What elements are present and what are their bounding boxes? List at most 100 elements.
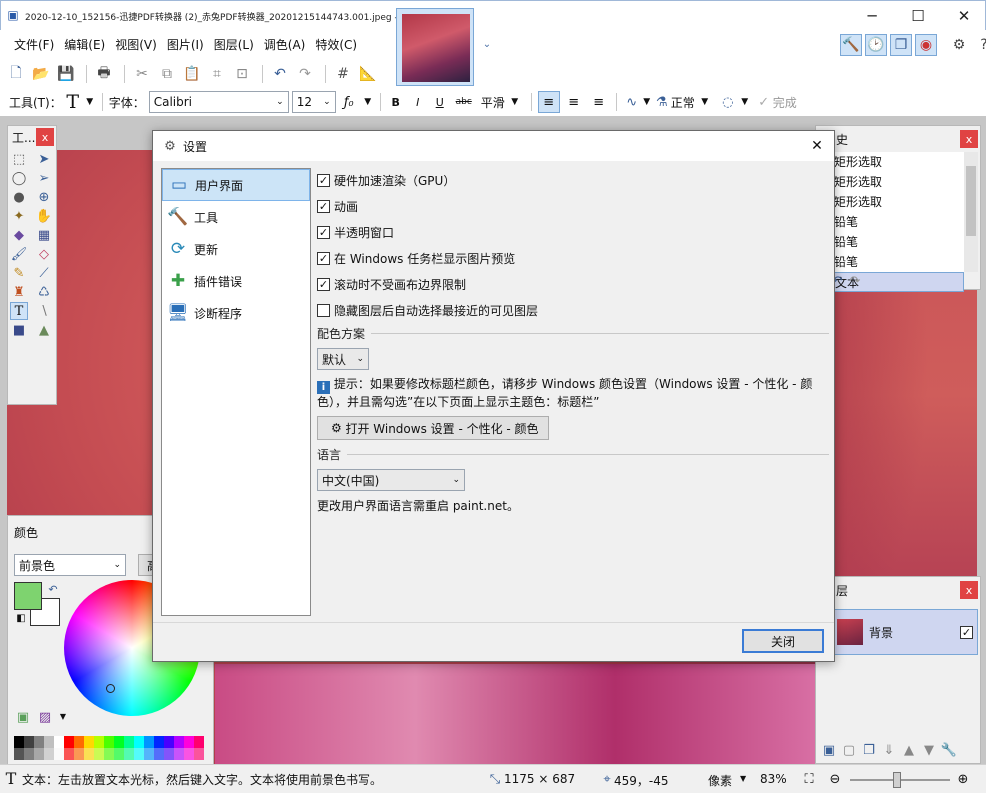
paintbrush-icon[interactable]: 🖌 bbox=[10, 245, 28, 263]
deselect-icon[interactable]: ⊡ bbox=[231, 63, 253, 85]
copy-icon[interactable]: ⧉ bbox=[156, 63, 178, 85]
option-animation[interactable]: ✓ 动画 bbox=[317, 193, 829, 219]
print-icon[interactable]: 🖶 bbox=[93, 63, 115, 85]
layer-properties-icon[interactable]: 🔧 bbox=[940, 741, 958, 759]
palette-swatch[interactable] bbox=[34, 748, 44, 760]
crop-icon[interactable]: ⌗ bbox=[206, 63, 228, 85]
palette-swatch[interactable] bbox=[184, 748, 194, 760]
maximize-button[interactable]: ☐ bbox=[895, 1, 941, 31]
open-folder-icon[interactable]: 📂 bbox=[30, 63, 52, 85]
palette-swatch[interactable] bbox=[104, 736, 114, 748]
menu-view[interactable]: 视图(V) bbox=[110, 30, 162, 60]
grid-icon[interactable]: # bbox=[332, 63, 354, 85]
palette-swatch[interactable] bbox=[64, 736, 74, 748]
palette-swatch[interactable] bbox=[194, 748, 204, 760]
merge-layer-icon[interactable]: ⇓ bbox=[880, 741, 898, 759]
gradient-icon[interactable]: ▦ bbox=[35, 226, 53, 244]
checkbox[interactable]: ✓ bbox=[317, 277, 330, 291]
font-size-select[interactable]: 12 ⌄ bbox=[291, 91, 336, 113]
zoom-out-icon[interactable]: ⊖ bbox=[826, 770, 844, 788]
blend-mode-icon[interactable]: ∿ bbox=[623, 93, 641, 111]
palette-swatch[interactable] bbox=[14, 736, 24, 748]
ellipse-select-icon[interactable]: ● bbox=[10, 188, 28, 206]
antialias-select[interactable]: 平滑 bbox=[481, 94, 505, 111]
checkbox[interactable] bbox=[317, 303, 330, 317]
tools-window-icon[interactable]: 🔨 bbox=[840, 34, 862, 56]
paste-icon[interactable]: 📋 bbox=[181, 63, 203, 85]
add-color-icon[interactable]: ▣ bbox=[14, 708, 32, 726]
history-item[interactable]: 铅笔 bbox=[826, 232, 964, 252]
palette-swatch[interactable] bbox=[144, 736, 154, 748]
chevron-down-icon[interactable]: ▼ bbox=[641, 93, 653, 111]
palette-swatch[interactable] bbox=[154, 736, 164, 748]
reset-colors-icon[interactable]: ◧ bbox=[12, 610, 30, 628]
move-layer-up-icon[interactable]: ▲ bbox=[900, 741, 918, 759]
delete-layer-icon[interactable]: ▢ bbox=[840, 741, 858, 759]
underline-button[interactable]: U bbox=[431, 93, 449, 111]
palette-swatch[interactable] bbox=[84, 736, 94, 748]
palette-swatch[interactable] bbox=[54, 736, 64, 748]
option-auto-select-layer[interactable]: 隐藏图层后自动选择最接近的可见图层 bbox=[317, 297, 829, 323]
help-icon[interactable]: ? bbox=[973, 34, 986, 56]
palette-swatch[interactable] bbox=[94, 748, 104, 760]
close-icon[interactable]: x bbox=[960, 581, 978, 599]
pencil-icon[interactable]: ✎ bbox=[10, 264, 28, 282]
palette-menu-icon[interactable]: ▨ bbox=[36, 708, 54, 726]
dialog-close-icon[interactable]: ✕ bbox=[808, 137, 826, 155]
unit-select[interactable]: 像素 bbox=[708, 772, 732, 789]
palette-swatch[interactable] bbox=[154, 748, 164, 760]
history-item[interactable]: 矩形选取 bbox=[826, 192, 964, 212]
save-icon[interactable]: 💾 bbox=[55, 63, 77, 85]
menu-layers[interactable]: 图层(L) bbox=[209, 30, 259, 60]
close-icon[interactable]: x bbox=[960, 130, 978, 148]
palette-swatch[interactable] bbox=[164, 748, 174, 760]
palette-swatch[interactable] bbox=[134, 748, 144, 760]
zoom-in-icon[interactable]: ⊕ bbox=[954, 770, 972, 788]
palette-swatch[interactable] bbox=[24, 736, 34, 748]
option-gpu[interactable]: ✓ 硬件加速渲染（GPU） bbox=[317, 167, 829, 193]
history-item[interactable]: 铅笔 bbox=[826, 212, 964, 232]
undo-icon[interactable]: ↶ bbox=[269, 63, 291, 85]
redo-icon[interactable]: ↷ bbox=[294, 63, 316, 85]
minimize-button[interactable]: ─ bbox=[849, 1, 895, 31]
palette-swatch[interactable] bbox=[54, 748, 64, 760]
selection-clipping-icon[interactable]: ◌ bbox=[719, 93, 737, 111]
chevron-down-icon[interactable]: ▼ bbox=[695, 93, 715, 111]
zoom-level[interactable]: 83% bbox=[760, 772, 787, 786]
nav-tools[interactable]: 🔨 工具 bbox=[162, 201, 310, 233]
color-picker-icon[interactable]: ⟋ bbox=[35, 264, 53, 282]
palette-swatch[interactable] bbox=[114, 748, 124, 760]
palette-swatch[interactable] bbox=[174, 736, 184, 748]
palette-swatch[interactable] bbox=[74, 748, 84, 760]
add-layer-icon[interactable]: ▣ bbox=[820, 741, 838, 759]
palette-swatch[interactable] bbox=[194, 736, 204, 748]
palette-swatch[interactable] bbox=[84, 748, 94, 760]
palette-swatch[interactable] bbox=[174, 748, 184, 760]
option-scroll-bounds[interactable]: ✓ 滚动时不受画布边界限制 bbox=[317, 271, 829, 297]
history-item[interactable]: 矩形选取 bbox=[826, 152, 964, 172]
strikethrough-button[interactable]: abc bbox=[453, 93, 475, 111]
move-selected-icon[interactable]: ➤ bbox=[35, 150, 53, 168]
text-tool-icon[interactable]: T bbox=[10, 302, 28, 320]
language-select[interactable]: 中文(中国) ⌄ bbox=[317, 469, 465, 491]
close-button[interactable]: 关闭 bbox=[742, 629, 824, 653]
history-item[interactable]: 矩形选取 bbox=[826, 172, 964, 192]
zoom-icon[interactable]: ⊕ bbox=[35, 188, 53, 206]
color-wheel-cursor[interactable] bbox=[106, 684, 115, 693]
nav-diagnostics[interactable]: 🖥 诊断程序 bbox=[162, 297, 310, 329]
align-center-icon[interactable]: ≡ bbox=[563, 93, 585, 111]
chevron-down-icon[interactable]: ⌄ bbox=[478, 36, 496, 54]
palette-swatch[interactable] bbox=[114, 736, 124, 748]
cut-icon[interactable]: ✂ bbox=[131, 63, 153, 85]
lasso-select-icon[interactable]: ◯ bbox=[10, 169, 28, 187]
palette-swatch[interactable] bbox=[124, 748, 134, 760]
font-fallback-icon[interactable]: ƒ₀ bbox=[336, 93, 362, 111]
open-windows-settings-button[interactable]: ⚙ 打开 Windows 设置 - 个性化 - 颜色 bbox=[317, 416, 549, 440]
history-scrollbar[interactable] bbox=[964, 152, 978, 272]
pan-icon[interactable]: ✋ bbox=[35, 207, 53, 225]
palette-swatch[interactable] bbox=[44, 748, 54, 760]
palette-swatch[interactable] bbox=[64, 748, 74, 760]
line-curve-icon[interactable]: ∖ bbox=[35, 302, 53, 320]
colors-window-icon[interactable]: ◉ bbox=[915, 34, 937, 56]
italic-button[interactable]: I bbox=[409, 93, 427, 111]
